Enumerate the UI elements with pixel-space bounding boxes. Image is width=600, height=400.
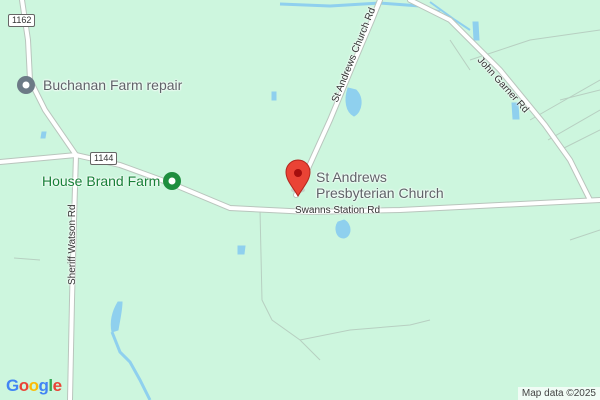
water-features — [40, 1, 520, 400]
map-base — [0, 0, 600, 400]
church-label[interactable]: St Andrews Presbyterian Church — [316, 169, 444, 201]
church-label-line2: Presbyterian Church — [316, 185, 444, 201]
church-label-line1: St Andrews — [316, 169, 387, 185]
church-marker-icon[interactable] — [285, 159, 311, 197]
map-attribution[interactable]: Map data ©2025 — [517, 387, 600, 400]
buchanan-pin-icon[interactable] — [17, 76, 35, 94]
map-view[interactable]: 1162 1144 Buchanan Farm repair House Bra… — [0, 0, 600, 400]
sheriff-watson-rd-label: Sheriff Watson Rd — [67, 204, 78, 285]
buchanan-farm-label[interactable]: Buchanan Farm repair — [43, 77, 182, 93]
route-1162-shield: 1162 — [8, 14, 36, 27]
swanns-station-rd-label: Swanns Station Rd — [295, 205, 381, 216]
route-1144-shield: 1144 — [90, 152, 118, 165]
house-brand-pin-icon[interactable] — [163, 172, 181, 190]
house-brand-farm-label[interactable]: House Brand Farm — [42, 173, 160, 189]
google-logo: Google — [6, 376, 62, 395]
